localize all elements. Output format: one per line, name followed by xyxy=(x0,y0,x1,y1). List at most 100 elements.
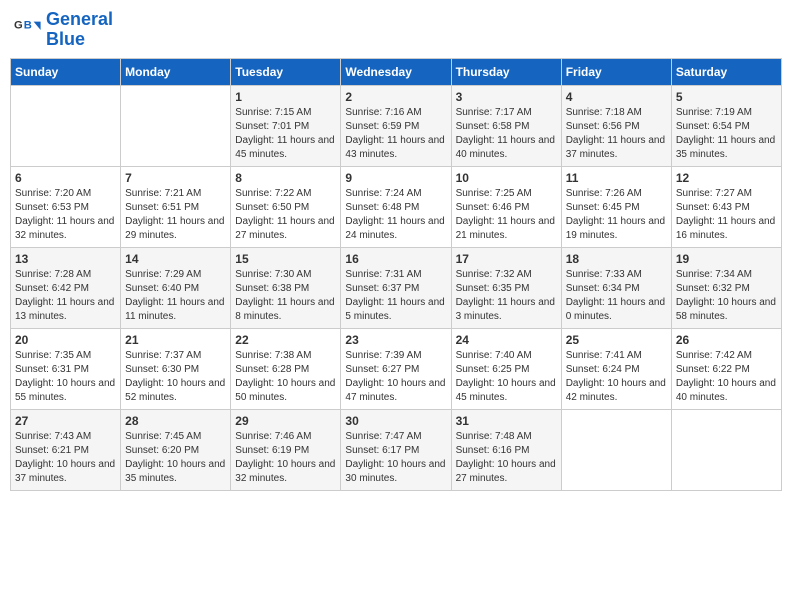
day-number: 16 xyxy=(345,252,446,266)
day-number: 4 xyxy=(566,90,667,104)
logo-icon: G B xyxy=(14,16,42,44)
day-info: Sunrise: 7:37 AM Sunset: 6:30 PM Dayligh… xyxy=(125,349,226,405)
svg-text:B: B xyxy=(24,19,32,31)
day-info: Sunrise: 7:33 AM Sunset: 6:34 PM Dayligh… xyxy=(566,268,667,324)
day-info: Sunrise: 7:47 AM Sunset: 6:17 PM Dayligh… xyxy=(345,430,446,486)
day-number: 14 xyxy=(125,252,226,266)
day-info: Sunrise: 7:39 AM Sunset: 6:27 PM Dayligh… xyxy=(345,349,446,405)
day-info: Sunrise: 7:16 AM Sunset: 6:59 PM Dayligh… xyxy=(345,106,446,162)
day-info: Sunrise: 7:21 AM Sunset: 6:51 PM Dayligh… xyxy=(125,187,226,243)
day-number: 10 xyxy=(456,171,557,185)
day-number: 13 xyxy=(15,252,116,266)
calendar-cell: 7 Sunrise: 7:21 AM Sunset: 6:51 PM Daylig… xyxy=(121,166,231,247)
calendar-cell: 1 Sunrise: 7:15 AM Sunset: 7:01 PM Daylig… xyxy=(231,85,341,166)
day-number: 7 xyxy=(125,171,226,185)
day-number: 28 xyxy=(125,414,226,428)
day-info: Sunrise: 7:38 AM Sunset: 6:28 PM Dayligh… xyxy=(235,349,336,405)
day-number: 30 xyxy=(345,414,446,428)
calendar-cell xyxy=(11,85,121,166)
day-info: Sunrise: 7:40 AM Sunset: 6:25 PM Dayligh… xyxy=(456,349,557,405)
calendar-cell: 8Sunrise: 7:22 AM Sunset: 6:50 PM Daylig… xyxy=(231,166,341,247)
day-info: Sunrise: 7:28 AM Sunset: 6:42 PM Dayligh… xyxy=(15,268,116,324)
calendar-cell: 30 Sunrise: 7:47 AM Sunset: 6:17 PM Dayli… xyxy=(341,409,451,490)
calendar-cell: 31 Sunrise: 7:48 AM Sunset: 6:16 PM Dayli… xyxy=(451,409,561,490)
day-number: 26 xyxy=(676,333,777,347)
calendar-cell xyxy=(671,409,781,490)
day-number: 11 xyxy=(566,171,667,185)
day-number: 23 xyxy=(345,333,446,347)
calendar-week-2: 6 Sunrise: 7:20 AM Sunset: 6:53 PM Daylig… xyxy=(11,166,782,247)
day-number: 8 xyxy=(235,171,336,185)
calendar-cell: 19 Sunrise: 7:34 AM Sunset: 6:32 PM Dayli… xyxy=(671,247,781,328)
day-info: Sunrise: 7:15 AM Sunset: 7:01 PM Dayligh… xyxy=(235,106,336,162)
day-info: Sunrise: 7:17 AM Sunset: 6:58 PM Dayligh… xyxy=(456,106,557,162)
calendar-cell: 10 Sunrise: 7:25 AM Sunset: 6:46 PM Dayli… xyxy=(451,166,561,247)
day-number: 18 xyxy=(566,252,667,266)
day-info: Sunrise: 7:29 AM Sunset: 6:40 PM Dayligh… xyxy=(125,268,226,324)
day-number: 21 xyxy=(125,333,226,347)
day-info: Sunrise: 7:32 AM Sunset: 6:35 PM Dayligh… xyxy=(456,268,557,324)
day-header-wednesday: Wednesday xyxy=(341,58,451,85)
day-info: Sunrise: 7:41 AM Sunset: 6:24 PM Dayligh… xyxy=(566,349,667,405)
calendar-cell: 14 Sunrise: 7:29 AM Sunset: 6:40 PM Dayli… xyxy=(121,247,231,328)
calendar-cell: 29Sunrise: 7:46 AM Sunset: 6:19 PM Dayli… xyxy=(231,409,341,490)
calendar-cell: 16 Sunrise: 7:31 AM Sunset: 6:37 PM Dayli… xyxy=(341,247,451,328)
day-number: 5 xyxy=(676,90,777,104)
logo-text-line1: General xyxy=(46,10,113,30)
calendar-cell: 22 Sunrise: 7:38 AM Sunset: 6:28 PM Dayli… xyxy=(231,328,341,409)
calendar-cell: 4Sunrise: 7:18 AM Sunset: 6:56 PM Daylig… xyxy=(561,85,671,166)
calendar-cell: 13 Sunrise: 7:28 AM Sunset: 6:42 PM Dayli… xyxy=(11,247,121,328)
day-info: Sunrise: 7:30 AM Sunset: 6:38 PM Dayligh… xyxy=(235,268,336,324)
day-info: Sunrise: 7:31 AM Sunset: 6:37 PM Dayligh… xyxy=(345,268,446,324)
day-info: Sunrise: 7:27 AM Sunset: 6:43 PM Dayligh… xyxy=(676,187,777,243)
day-number: 22 xyxy=(235,333,336,347)
day-number: 20 xyxy=(15,333,116,347)
calendar-cell: 2 Sunrise: 7:16 AM Sunset: 6:59 PM Daylig… xyxy=(341,85,451,166)
calendar-cell: 15Sunrise: 7:30 AM Sunset: 6:38 PM Dayli… xyxy=(231,247,341,328)
day-number: 24 xyxy=(456,333,557,347)
calendar-cell: 5 Sunrise: 7:19 AM Sunset: 6:54 PM Daylig… xyxy=(671,85,781,166)
day-number: 6 xyxy=(15,171,116,185)
day-number: 12 xyxy=(676,171,777,185)
day-info: Sunrise: 7:24 AM Sunset: 6:48 PM Dayligh… xyxy=(345,187,446,243)
calendar-week-1: 1 Sunrise: 7:15 AM Sunset: 7:01 PM Daylig… xyxy=(11,85,782,166)
calendar-week-3: 13 Sunrise: 7:28 AM Sunset: 6:42 PM Dayli… xyxy=(11,247,782,328)
calendar-table: SundayMondayTuesdayWednesdayThursdayFrid… xyxy=(10,58,782,491)
day-number: 3 xyxy=(456,90,557,104)
day-info: Sunrise: 7:25 AM Sunset: 6:46 PM Dayligh… xyxy=(456,187,557,243)
calendar-week-5: 27Sunrise: 7:43 AM Sunset: 6:21 PM Dayli… xyxy=(11,409,782,490)
day-info: Sunrise: 7:26 AM Sunset: 6:45 PM Dayligh… xyxy=(566,187,667,243)
day-info: Sunrise: 7:43 AM Sunset: 6:21 PM Dayligh… xyxy=(15,430,116,486)
calendar-cell: 18 Sunrise: 7:33 AM Sunset: 6:34 PM Dayli… xyxy=(561,247,671,328)
calendar-cell: 27Sunrise: 7:43 AM Sunset: 6:21 PM Dayli… xyxy=(11,409,121,490)
calendar-header-row: SundayMondayTuesdayWednesdayThursdayFrid… xyxy=(11,58,782,85)
day-number: 25 xyxy=(566,333,667,347)
calendar-body: 1 Sunrise: 7:15 AM Sunset: 7:01 PM Daylig… xyxy=(11,85,782,490)
day-number: 31 xyxy=(456,414,557,428)
logo-text-line2: Blue xyxy=(46,30,113,50)
logo: G B General Blue xyxy=(14,10,113,50)
day-info: Sunrise: 7:42 AM Sunset: 6:22 PM Dayligh… xyxy=(676,349,777,405)
svg-text:G: G xyxy=(14,19,23,31)
day-number: 2 xyxy=(345,90,446,104)
day-info: Sunrise: 7:48 AM Sunset: 6:16 PM Dayligh… xyxy=(456,430,557,486)
calendar-cell: 26 Sunrise: 7:42 AM Sunset: 6:22 PM Dayli… xyxy=(671,328,781,409)
day-header-tuesday: Tuesday xyxy=(231,58,341,85)
day-header-sunday: Sunday xyxy=(11,58,121,85)
day-number: 19 xyxy=(676,252,777,266)
calendar-cell: 20Sunrise: 7:35 AM Sunset: 6:31 PM Dayli… xyxy=(11,328,121,409)
day-header-saturday: Saturday xyxy=(671,58,781,85)
day-info: Sunrise: 7:34 AM Sunset: 6:32 PM Dayligh… xyxy=(676,268,777,324)
calendar-cell: 21 Sunrise: 7:37 AM Sunset: 6:30 PM Dayli… xyxy=(121,328,231,409)
day-info: Sunrise: 7:45 AM Sunset: 6:20 PM Dayligh… xyxy=(125,430,226,486)
day-info: Sunrise: 7:19 AM Sunset: 6:54 PM Dayligh… xyxy=(676,106,777,162)
calendar-cell: 9Sunrise: 7:24 AM Sunset: 6:48 PM Daylig… xyxy=(341,166,451,247)
day-header-thursday: Thursday xyxy=(451,58,561,85)
day-info: Sunrise: 7:20 AM Sunset: 6:53 PM Dayligh… xyxy=(15,187,116,243)
calendar-cell: 28 Sunrise: 7:45 AM Sunset: 6:20 PM Dayli… xyxy=(121,409,231,490)
day-number: 1 xyxy=(235,90,336,104)
day-number: 29 xyxy=(235,414,336,428)
day-header-monday: Monday xyxy=(121,58,231,85)
calendar-cell: 6 Sunrise: 7:20 AM Sunset: 6:53 PM Daylig… xyxy=(11,166,121,247)
calendar-cell: 3 Sunrise: 7:17 AM Sunset: 6:58 PM Daylig… xyxy=(451,85,561,166)
